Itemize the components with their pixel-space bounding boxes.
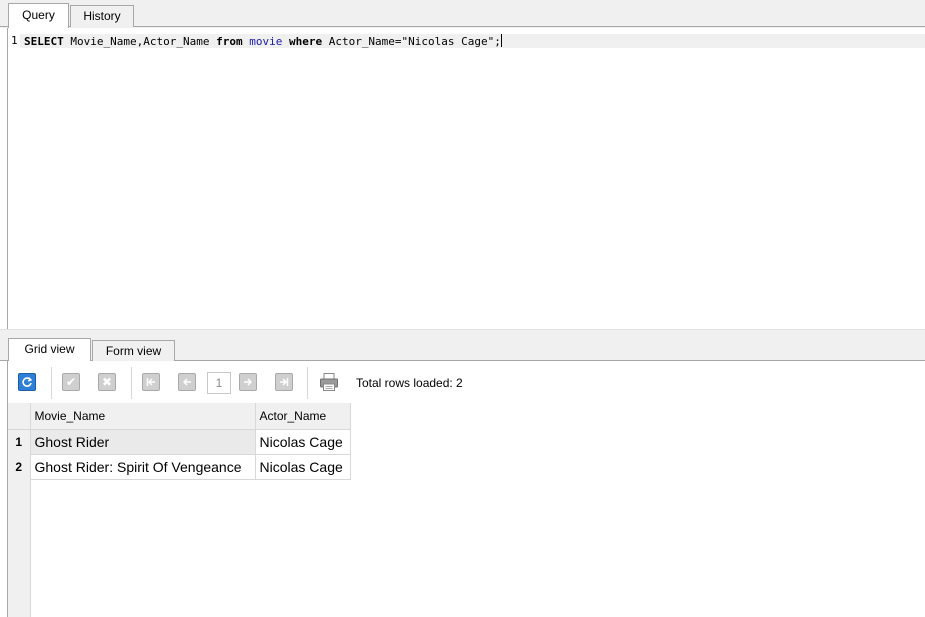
- tab-form-view[interactable]: Form view: [92, 340, 175, 361]
- cell-actor-name[interactable]: Nicolas Cage: [254, 453, 351, 480]
- tab-query[interactable]: Query: [8, 3, 69, 28]
- row-number[interactable]: 2: [8, 454, 30, 479]
- toolbar-separator: [307, 367, 308, 399]
- code-table-name: movie: [249, 35, 283, 48]
- text-caret: [500, 34, 502, 47]
- table-header-row: Movie_Name Actor_Name: [8, 403, 351, 430]
- cell-actor-name[interactable]: Nicolas Cage: [254, 428, 351, 455]
- keyword-select: SELECT: [24, 35, 64, 48]
- results-panel: ✔ ✖ 1 Total rows loaded: 2 Movie_Name Ac…: [7, 361, 925, 617]
- total-rows-label: Total rows loaded: 2: [356, 376, 463, 390]
- keyword-from: from: [216, 35, 243, 48]
- results-toolbar: ✔ ✖ 1 Total rows loaded: 2: [8, 361, 925, 403]
- table-row[interactable]: 2 Ghost Rider: Spirit Of Vengeance Nicol…: [8, 453, 351, 480]
- keyword-where: where: [288, 35, 323, 48]
- first-page-glyph: [146, 378, 155, 386]
- print-icon[interactable]: [319, 372, 339, 392]
- query-tab-bar: Query History: [0, 0, 925, 28]
- next-page-glyph: [244, 378, 253, 386]
- toolbar-separator: [131, 367, 132, 399]
- result-tab-bar: Grid view Form view: [0, 336, 925, 361]
- sql-editor[interactable]: 1 SELECT Movie_Name,Actor_Name from movi…: [7, 28, 925, 329]
- cancel-icon[interactable]: ✖: [98, 373, 116, 391]
- result-table: Movie_Name Actor_Name 1 Ghost Rider Nico…: [8, 403, 351, 480]
- toolbar-separator: [51, 367, 52, 399]
- table-row[interactable]: 1 Ghost Rider Nicolas Cage: [8, 428, 351, 455]
- line-number-gutter: [8, 28, 20, 329]
- tab-history[interactable]: History: [70, 5, 134, 27]
- cell-movie-name[interactable]: Ghost Rider: [29, 428, 256, 455]
- code-condition: Actor_Name="Nicolas Cage";: [322, 35, 501, 48]
- refresh-icon[interactable]: [18, 373, 36, 391]
- check-icon[interactable]: ✔: [62, 373, 80, 391]
- tab-grid-view[interactable]: Grid view: [8, 338, 91, 361]
- cell-movie-name[interactable]: Ghost Rider: Spirit Of Vengeance: [29, 453, 256, 480]
- line-number: 1: [11, 34, 18, 47]
- first-page-icon[interactable]: [142, 373, 160, 391]
- sql-code-line[interactable]: SELECT Movie_Name,Actor_Name from movie …: [24, 34, 502, 49]
- result-grid: Movie_Name Actor_Name 1 Ghost Rider Nico…: [8, 403, 925, 617]
- last-page-icon[interactable]: [275, 373, 293, 391]
- row-number[interactable]: 1: [8, 429, 30, 454]
- column-header-movie-name[interactable]: Movie_Name: [29, 403, 256, 430]
- prev-page-icon[interactable]: [178, 373, 196, 391]
- print-icon-glyph: [320, 373, 338, 391]
- column-header-actor-name[interactable]: Actor_Name: [254, 403, 351, 430]
- refresh-icon-glyph: [22, 377, 33, 387]
- prev-page-glyph: [182, 378, 191, 386]
- next-page-icon[interactable]: [239, 373, 257, 391]
- code-columns: Movie_Name,Actor_Name: [63, 35, 217, 48]
- page-number-field[interactable]: 1: [207, 372, 231, 394]
- grid-corner: [8, 403, 30, 430]
- last-page-glyph: [280, 378, 289, 386]
- tab-bar-divider: [0, 26, 925, 27]
